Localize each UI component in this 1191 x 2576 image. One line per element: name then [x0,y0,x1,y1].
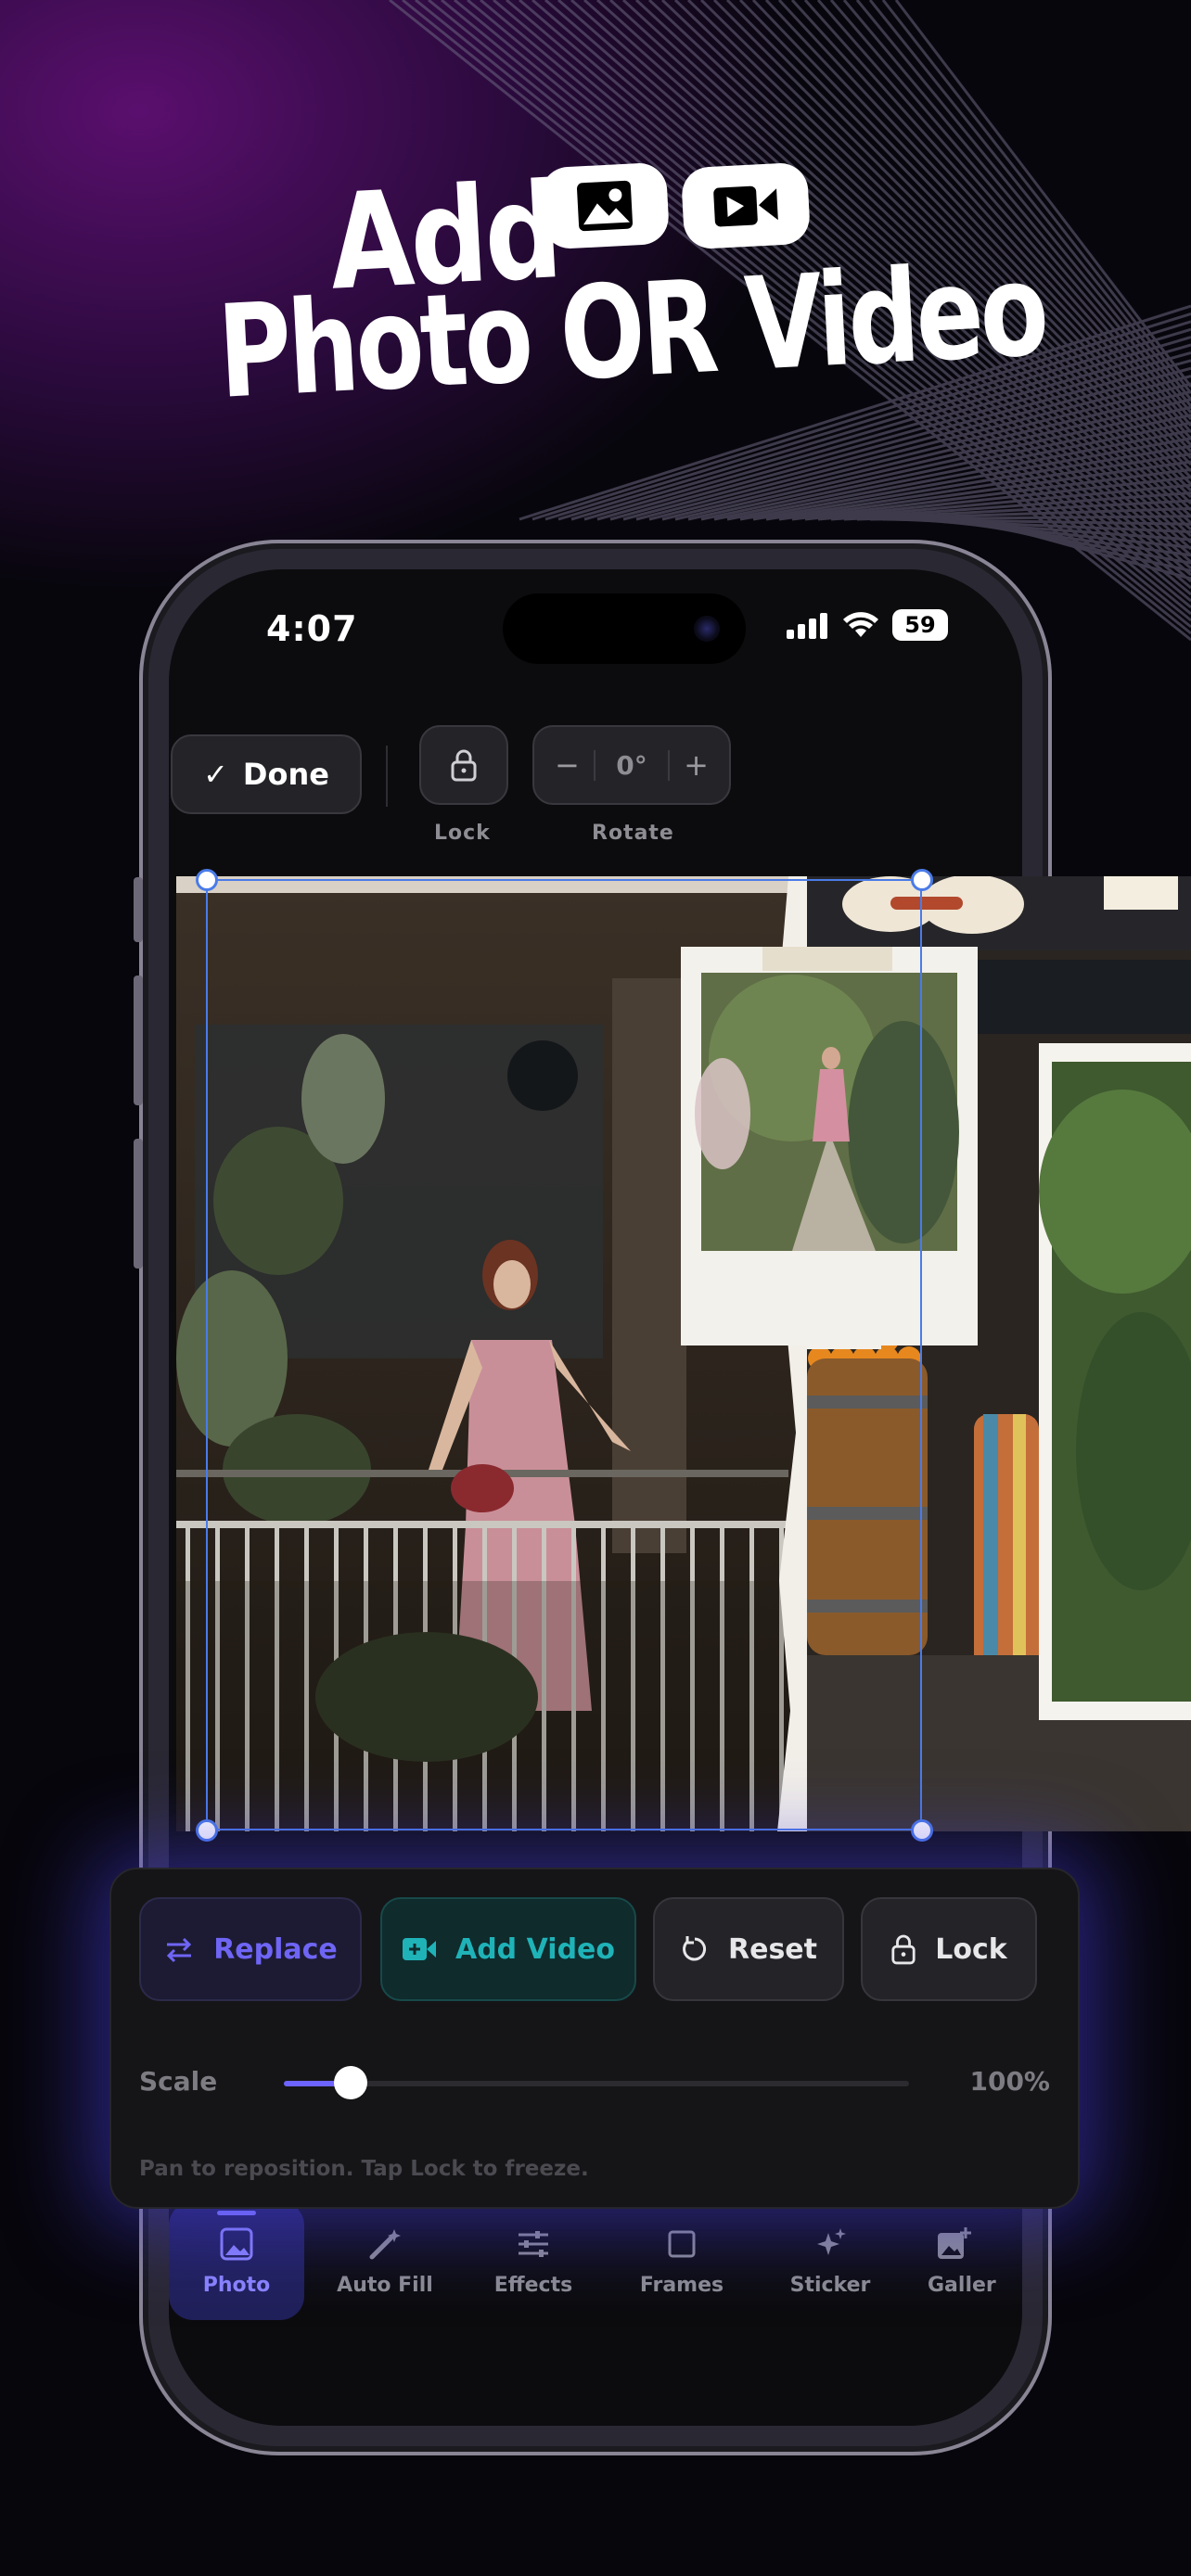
phone-button [134,1139,143,1269]
background-line [674,398,1191,521]
background-line [739,437,1191,521]
background-line [908,517,1191,542]
status-time: 4:07 [266,608,358,649]
lock-icon [891,1934,916,1965]
background-line [973,517,1191,580]
camera [694,616,720,642]
edit-panel: Replace Add Video Reset Lock Scale 100% … [109,1868,1080,2209]
background-line [765,453,1191,521]
tab-active-indicator [217,2211,256,2215]
scale-slider-thumb[interactable] [334,2066,367,2099]
toolbar-divider [386,746,388,807]
scale-value: 100% [969,2066,1050,2097]
rotate-minus-button[interactable]: − [555,747,580,783]
tab-label: Frames [639,2273,724,2297]
background-line [778,460,1191,521]
phone-button [134,976,143,1105]
background-line [726,428,1191,521]
rotate-label: Rotate [592,822,674,845]
headline-line-2: Photo OR Video [214,235,1049,427]
video-camera-icon [713,185,778,227]
resize-handle-bottom-right[interactable] [911,1819,933,1842]
check-icon: ✓ [203,757,228,792]
status-icons: 59 [787,606,948,644]
scale-label: Scale [139,2066,218,2097]
video-badge [680,161,812,250]
tab-label: Galler [928,2273,996,2297]
square-icon [668,2230,696,2257]
background-line [869,515,1191,521]
magic-wand-icon [369,2228,401,2259]
scale-slider[interactable] [284,2066,909,2099]
signal-icon [787,613,827,639]
background-line [817,483,1191,521]
tab-sticker[interactable]: Sticker [762,2201,898,2320]
tab-gallery[interactable]: Galler [905,2201,1022,2320]
headline: Add Photo OR Video [0,139,1191,427]
sparkles-icon [817,2227,846,2255]
tab-photo[interactable]: Photo [169,2201,304,2320]
tab-auto-fill[interactable]: Auto Fill [317,2201,453,2320]
tab-label: Auto Fill [337,2273,433,2297]
sliders-icon [519,2230,548,2257]
battery-indicator: 59 [892,609,948,641]
background-line [947,517,1191,565]
image-badge [539,161,671,250]
resize-handle-bottom-left[interactable] [196,1819,218,1842]
hint-text: Pan to reposition. Tap Lock to freeze. [139,2157,589,2181]
background-line [934,517,1191,557]
image-icon [576,180,634,232]
tab-label: Effects [493,2273,573,2297]
rotate-value: 0° [594,749,670,781]
background-line [791,467,1191,521]
reset-button[interactable]: Reset [653,1897,844,2001]
swap-icon [167,1937,192,1963]
image-icon [220,2227,253,2260]
lock-top-button[interactable] [419,725,508,805]
resize-handle-top-left[interactable] [196,869,218,891]
background-line [752,444,1191,521]
replace-button[interactable]: Replace [139,1897,362,2001]
wifi-icon [843,612,878,637]
background-line [895,517,1191,534]
rotate-control: − 0° + [532,725,731,805]
reset-label: Reset [728,1932,817,1966]
add-video-label: Add Video [455,1932,616,1966]
replace-label: Replace [213,1932,338,1966]
lock-icon [451,749,477,782]
background-line [804,476,1191,521]
background-line [713,421,1191,521]
background-line [700,414,1191,521]
dynamic-island [503,593,746,664]
reset-icon [683,1936,707,1961]
done-button[interactable]: ✓ Done [171,734,362,814]
background-line [843,499,1191,521]
rotate-plus-button[interactable]: + [684,747,709,783]
selection-box [206,879,922,1830]
background-line [882,517,1191,526]
tab-label: Photo [202,2273,271,2297]
video-plus-icon [402,1938,436,1960]
add-image-icon [938,2226,971,2259]
lock-top-label: Lock [434,822,491,845]
resize-handle-top-right[interactable] [911,869,933,891]
tab-frames[interactable]: Frames [614,2201,749,2320]
background-line [687,405,1191,521]
done-label: Done [242,757,329,792]
tab-effects[interactable]: Effects [466,2201,601,2320]
background-line [921,517,1191,549]
background-line [960,517,1191,573]
add-video-button[interactable]: Add Video [380,1897,636,2001]
background-line [856,506,1191,521]
phone-button [134,877,143,942]
lock-label: Lock [935,1932,1007,1966]
lock-button[interactable]: Lock [861,1897,1037,2001]
background-line [830,491,1191,521]
tab-label: Sticker [789,2273,871,2297]
